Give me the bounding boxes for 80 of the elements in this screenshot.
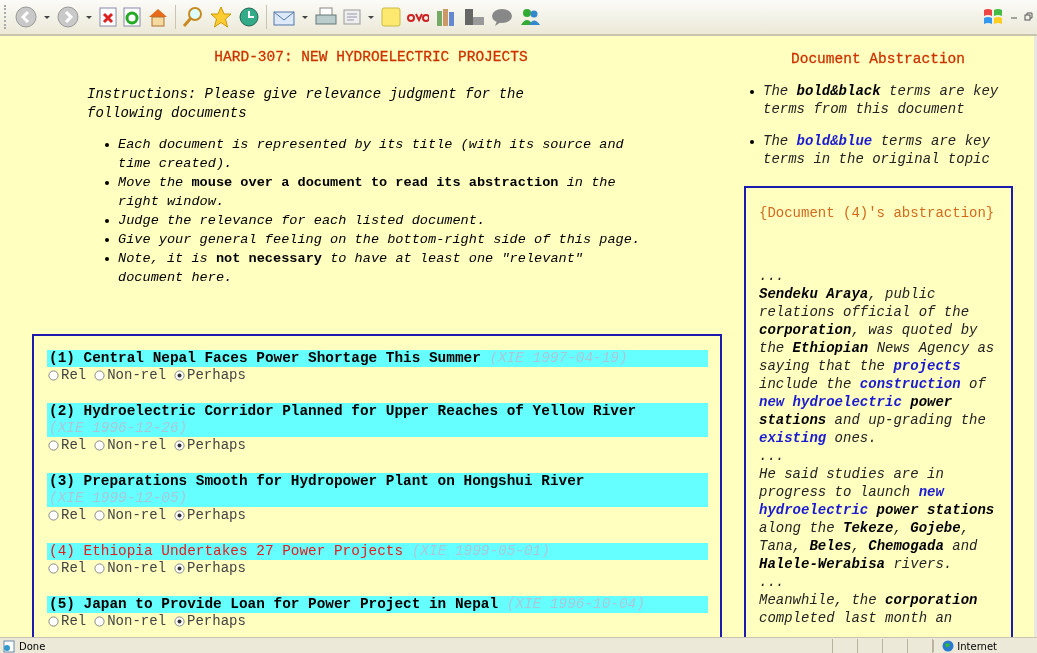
page-icon[interactable] <box>2 639 16 653</box>
radio-circle-icon[interactable] <box>48 616 59 627</box>
radio-button[interactable]: Rel <box>48 507 87 524</box>
caret-icon[interactable] <box>43 13 51 21</box>
document-title[interactable]: (1) Central Nepal Faces Power Shortage This Summer <box>49 350 481 366</box>
radio-circle-icon[interactable] <box>48 440 59 451</box>
abstract-text: Sendeku Araya, public relations official of the corporation, was quoted by the Ethiopian News Agency as saying that the projects include the construction of new hydroelectric power stations and up-grading the existing ones. <box>759 285 996 447</box>
caret-icon[interactable] <box>85 13 93 21</box>
radio-button[interactable]: Perhaps <box>174 613 246 630</box>
forward-icon[interactable] <box>57 6 79 28</box>
instruction-item: Move the mouse over a document to read its abstraction in the right window. <box>104 173 648 211</box>
abstract-text: ... <box>759 267 786 285</box>
document-source: (XIE 1997-04-19) <box>489 350 628 367</box>
radio-button[interactable]: Non-rel <box>94 560 167 577</box>
radio-button[interactable]: Rel <box>48 437 87 454</box>
document-title[interactable]: (5) Japan to Provide Loan for Power Project in Nepal <box>49 596 499 612</box>
history-icon[interactable] <box>238 6 260 28</box>
radio-button[interactable]: Non-rel <box>94 613 167 630</box>
radio-circle-icon[interactable] <box>174 563 186 574</box>
document-source: (XIE 1996-10-04) <box>506 596 645 613</box>
restore-icon[interactable] <box>1024 12 1033 22</box>
abstract-text: ... <box>759 573 786 591</box>
radio-button[interactable]: Perhaps <box>174 507 246 524</box>
radio-button[interactable]: Perhaps <box>174 367 246 384</box>
books-icon[interactable] <box>435 7 457 27</box>
radio-button[interactable]: Perhaps <box>174 437 246 454</box>
instruction-item: Give your general feeling on the bottom-right side of this page. <box>104 230 648 249</box>
document-icon[interactable] <box>343 8 361 26</box>
radio-circle-icon[interactable] <box>94 370 106 381</box>
radio-circle-icon[interactable] <box>94 616 106 627</box>
instruction-item: Each document is represented by its title (with its source and time created). <box>104 135 648 173</box>
radio-circle-icon[interactable] <box>174 370 186 381</box>
instruction-item: Judge the relevance for each listed document. <box>104 211 648 230</box>
radio-circle-icon[interactable] <box>48 563 59 574</box>
people-icon[interactable] <box>519 7 541 27</box>
radio-button[interactable]: Perhaps <box>174 560 246 577</box>
instructions-text: Instructions: Please give relevance judgment for the following documents <box>87 85 525 123</box>
search-icon[interactable] <box>182 6 204 28</box>
caret-icon[interactable] <box>301 13 309 21</box>
instruction-item: Note, it is not necessary to have at least one "relevant" document here. <box>104 249 648 287</box>
document-title[interactable]: (4) Ethiopia Undertakes 27 Power Projects <box>49 543 404 559</box>
radio-circle-icon[interactable] <box>94 563 106 574</box>
panel-title: Document Abstraction <box>790 50 966 68</box>
back-icon[interactable] <box>15 6 37 28</box>
radio-circle-icon[interactable] <box>94 440 106 451</box>
zone-text: Internet <box>957 640 997 652</box>
radio-button[interactable]: Non-rel <box>94 437 167 454</box>
printer-icon[interactable] <box>315 7 337 27</box>
refresh-icon[interactable] <box>123 7 141 27</box>
star-icon[interactable] <box>210 6 232 28</box>
page-title: HARD-307: NEW HYDROELECTRIC PROJECTS <box>213 48 529 67</box>
radio-button[interactable]: Non-rel <box>94 367 167 384</box>
radio-circle-icon[interactable] <box>174 440 186 451</box>
stop-icon[interactable] <box>99 7 117 27</box>
caret-icon[interactable] <box>367 13 375 21</box>
abstract-text: Meanwhile, the corporation completed last month an <box>759 591 979 627</box>
home-icon[interactable] <box>147 7 169 27</box>
radio-circle-icon[interactable] <box>48 510 59 521</box>
speech-bubble-icon[interactable] <box>491 7 513 27</box>
abstract-text: He said studies are in progress to launch new hydroelectric power stations along the Tekeze, Gojebe, Tana, Beles, Chemogada and Halele-Werabisa rivers. <box>759 465 996 573</box>
radio-circle-icon[interactable] <box>174 510 186 521</box>
document-source: (XIE 1999-05-01) <box>411 543 550 560</box>
radio-button[interactable]: Rel <box>48 367 87 384</box>
document-title[interactable]: (3) Preparations Smooth for Hydropower Plant on Hongshui River <box>49 473 585 489</box>
scanner-icon[interactable] <box>463 7 485 27</box>
status-text: Done <box>19 640 46 652</box>
legend-item: The bold&blue terms are key terms in the original topic <box>749 132 1013 168</box>
abstract-text: ... <box>759 447 786 465</box>
document-title[interactable]: (2) Hydroelectric Corridor Planned for Upper Reaches of Yellow River <box>49 403 637 419</box>
radio-button[interactable]: Rel <box>48 613 87 630</box>
radio-circle-icon[interactable] <box>94 510 106 521</box>
radio-button[interactable]: Rel <box>48 560 87 577</box>
legend-item: The bold&black terms are key terms from this document <box>749 82 1013 118</box>
radio-circle-icon[interactable] <box>48 370 59 381</box>
globe-icon[interactable] <box>942 640 955 652</box>
document-source: (XIE 1999-12-05) <box>49 490 188 507</box>
radio-button[interactable]: Non-rel <box>94 507 167 524</box>
document-source: (XIE 1996-12-26) <box>49 420 188 437</box>
abstract-heading: {Document (4)'s abstraction} <box>759 204 996 222</box>
radio-circle-icon[interactable] <box>174 616 186 627</box>
